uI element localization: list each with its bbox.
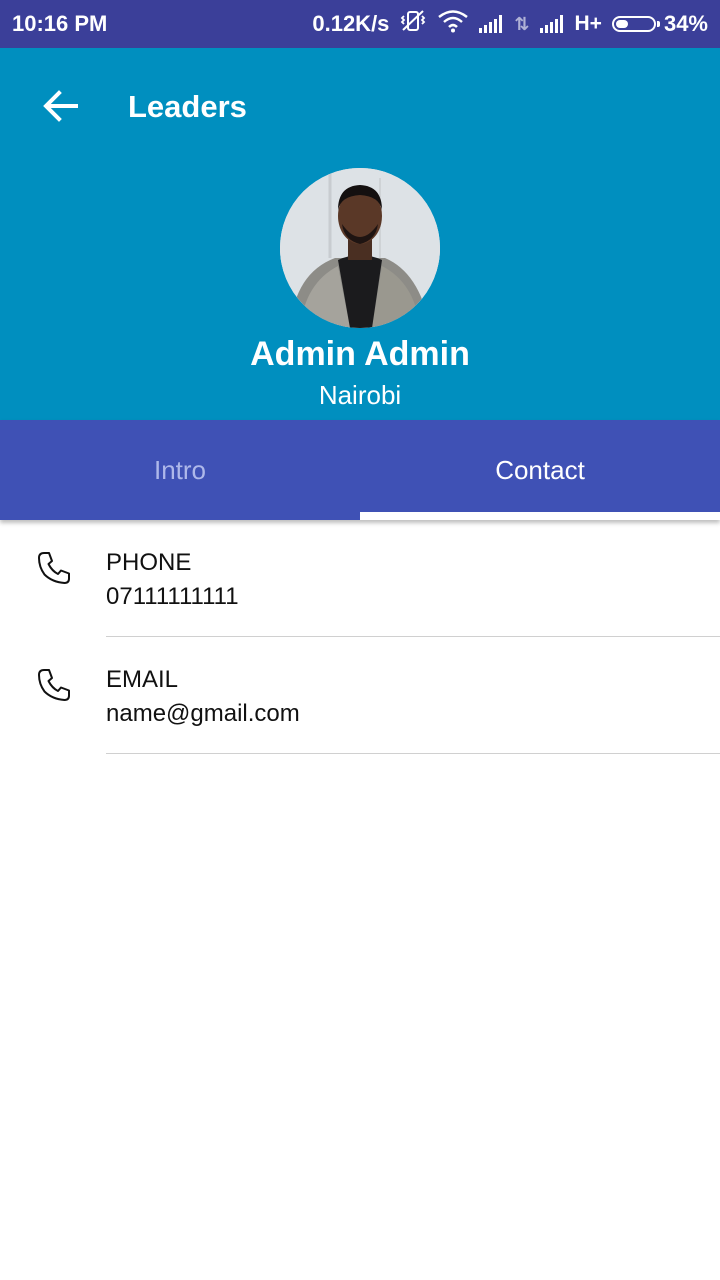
signal-icon-2 xyxy=(539,15,565,33)
divider xyxy=(106,753,720,754)
network-type: H+ xyxy=(574,12,602,35)
arrow-left-icon xyxy=(43,90,78,122)
tab-intro[interactable]: Intro xyxy=(0,420,360,520)
tab-intro-label: Intro xyxy=(153,454,207,485)
data-activity-icon: ⇅ xyxy=(514,13,530,34)
active-tab-indicator xyxy=(360,512,720,520)
phone-icon xyxy=(38,669,70,701)
wifi-icon xyxy=(437,9,469,39)
profile-location: Nairobi xyxy=(318,380,402,410)
contact-row-email[interactable]: EMAIL name@gmail.com xyxy=(0,637,720,754)
contact-label-email: EMAIL xyxy=(106,666,179,693)
signal-icon xyxy=(479,15,504,33)
battery-percent: 34% xyxy=(663,11,708,36)
avatar xyxy=(280,168,440,328)
page-title: Leaders xyxy=(128,89,247,124)
tab-bar: Intro Contact xyxy=(0,420,720,520)
status-bar: 10:16 PM 0.12K/s ⇅ H+ 34% xyxy=(0,0,720,48)
contact-row-phone[interactable]: PHONE 07111111111 xyxy=(0,520,720,637)
phone-icon xyxy=(38,552,70,584)
tab-contact[interactable]: Contact xyxy=(360,420,720,520)
tab-contact-label: Contact xyxy=(495,454,585,485)
profile-header: Leaders Admin Admin Nairobi xyxy=(0,48,720,420)
battery-icon xyxy=(611,16,660,32)
contact-label-phone: PHONE xyxy=(106,549,192,576)
profile-name: Admin Admin xyxy=(250,335,470,373)
network-speed: 0.12K/s xyxy=(312,11,390,36)
status-icons: 0.12K/s ⇅ H+ 34% xyxy=(302,0,708,48)
back-button[interactable] xyxy=(28,80,92,132)
status-time: 10:16 PM xyxy=(12,11,108,36)
contact-value-email: name@gmail.com xyxy=(106,700,300,727)
vibrate-off-icon xyxy=(399,8,427,40)
contact-value-phone: 07111111111 xyxy=(106,583,239,610)
